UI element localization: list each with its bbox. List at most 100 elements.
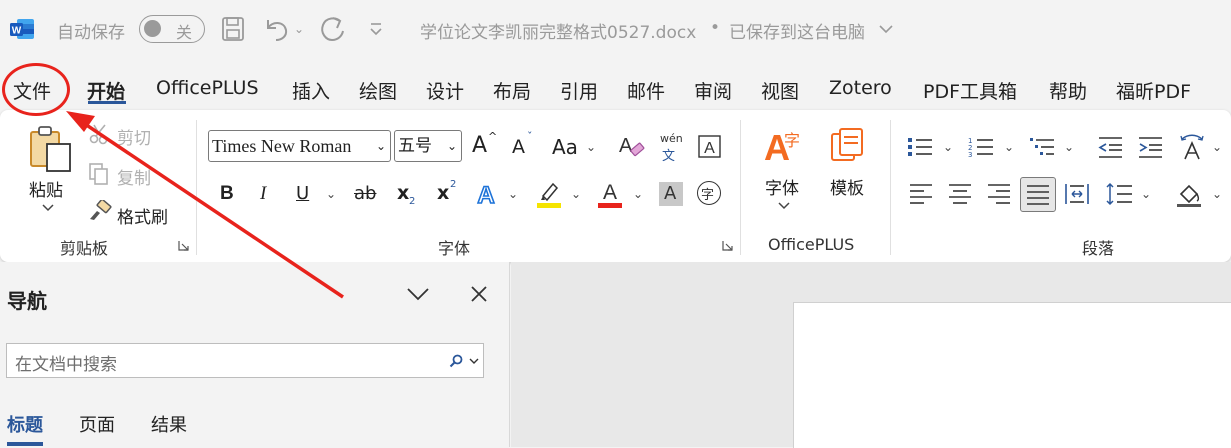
shrink-font-icon[interactable]: A xyxy=(512,136,525,158)
bullets-icon[interactable] xyxy=(907,135,933,159)
multilevel-list-icon[interactable] xyxy=(1029,135,1055,159)
save-icon[interactable] xyxy=(221,16,245,42)
officeplus-font-button[interactable]: 字体 xyxy=(765,174,799,199)
clipboard-group-label: 剪贴板 xyxy=(60,239,109,258)
nav-tab-pages[interactable]: 页面 xyxy=(79,411,115,437)
undo-icon[interactable] xyxy=(262,16,290,42)
increase-indent-icon[interactable] xyxy=(1137,135,1163,159)
autosave-toggle[interactable]: 关 xyxy=(139,15,205,43)
phonetic-guide-icon[interactable]: 文 xyxy=(662,145,675,164)
tab-design[interactable]: 设计 xyxy=(426,77,464,104)
change-case-chevron-icon[interactable]: ⌄ xyxy=(586,140,596,154)
officeplus-template-button[interactable]: 模板 xyxy=(830,174,864,199)
search-options-chevron-icon[interactable] xyxy=(469,358,479,365)
bold-button[interactable]: B xyxy=(220,183,234,205)
tab-home[interactable]: 开始 xyxy=(87,77,125,104)
font-color-chevron-icon[interactable]: ⌄ xyxy=(633,187,643,201)
highlight-icon[interactable] xyxy=(535,178,563,208)
copy-icon[interactable] xyxy=(88,162,110,186)
font-dialog-launcher-icon[interactable] xyxy=(722,240,733,251)
tab-foxit-pdf[interactable]: 福昕PDF xyxy=(1116,77,1191,104)
grow-font-icon[interactable]: A xyxy=(472,133,487,158)
line-spacing-icon[interactable] xyxy=(1105,182,1133,206)
subscript-button[interactable]: x xyxy=(397,182,409,204)
shrink-caret: ˇ xyxy=(527,130,533,143)
font-group-label: 字体 xyxy=(438,239,471,258)
officeplus-font-icon[interactable]: A 字 xyxy=(762,126,804,166)
distributed-align-icon[interactable] xyxy=(1064,182,1090,206)
strikethrough-button[interactable]: ab xyxy=(354,183,376,204)
close-pane-icon[interactable] xyxy=(470,285,488,303)
tab-officeplus[interactable]: OfficePLUS xyxy=(156,77,259,99)
customize-toolbar-icon[interactable] xyxy=(368,22,384,36)
font-size-dropdown[interactable]: 五号 ⌄ xyxy=(394,130,462,162)
character-border-icon[interactable]: A xyxy=(697,134,723,160)
text-direction-icon[interactable] xyxy=(1178,133,1206,161)
svg-text:A: A xyxy=(603,181,617,204)
numbering-chevron-icon[interactable]: ⌄ xyxy=(1004,140,1014,154)
tab-help[interactable]: 帮助 xyxy=(1049,77,1087,104)
officeplus-template-icon[interactable] xyxy=(828,126,868,166)
multilevel-list-chevron-icon[interactable]: ⌄ xyxy=(1064,140,1074,154)
nav-tab-results[interactable]: 结果 xyxy=(151,411,187,437)
superscript-button[interactable]: x xyxy=(437,182,449,204)
redo-icon[interactable] xyxy=(318,15,346,43)
clipboard-dialog-launcher-icon[interactable] xyxy=(178,240,189,251)
document-page[interactable] xyxy=(793,302,1231,448)
numbering-icon[interactable]: 123 xyxy=(968,135,994,159)
text-effects-chevron-icon[interactable]: ⌄ xyxy=(508,187,518,201)
nav-tab-active-indicator xyxy=(7,442,43,446)
tab-review[interactable]: 审阅 xyxy=(694,77,732,104)
autosave-label: 自动保存 xyxy=(57,23,125,43)
toggle-knob xyxy=(144,20,161,37)
change-case-icon[interactable]: Aa xyxy=(552,135,578,159)
undo-dropdown-chevron-icon[interactable]: ⌄ xyxy=(294,22,304,36)
decrease-indent-icon[interactable] xyxy=(1097,135,1123,159)
shading-chevron-icon[interactable]: ⌄ xyxy=(1212,187,1222,201)
paste-dropdown-chevron-icon[interactable] xyxy=(42,204,54,212)
clear-formatting-icon[interactable]: A xyxy=(617,132,645,160)
pane-options-chevron-icon[interactable] xyxy=(406,287,430,301)
tab-draw[interactable]: 绘图 xyxy=(359,77,397,104)
tab-pdf-toolbox[interactable]: PDF工具箱 xyxy=(923,77,1017,104)
tab-layout[interactable]: 布局 xyxy=(493,77,531,104)
font-name-dropdown[interactable]: Times New Roman ⌄ xyxy=(208,130,391,162)
highlight-chevron-icon[interactable]: ⌄ xyxy=(571,187,581,201)
search-icon[interactable] xyxy=(449,354,463,368)
shading-icon[interactable] xyxy=(1175,180,1203,208)
paste-clipboard-icon[interactable] xyxy=(28,124,74,172)
enclose-characters-button[interactable]: 字 xyxy=(697,181,721,205)
tab-view[interactable]: 视图 xyxy=(761,77,799,104)
underline-button[interactable]: U xyxy=(296,183,309,204)
italic-button[interactable]: I xyxy=(260,183,266,205)
cut-icon[interactable] xyxy=(88,123,110,145)
document-title[interactable]: 学位论文李凯丽完整格式0527.docx xyxy=(420,18,696,43)
format-painter-icon[interactable] xyxy=(88,200,112,222)
tab-mailings[interactable]: 邮件 xyxy=(627,77,665,104)
justify-button[interactable] xyxy=(1020,177,1056,212)
underline-chevron-icon[interactable]: ⌄ xyxy=(326,187,336,201)
navigation-search-box[interactable]: 在文档中搜索 xyxy=(6,343,484,378)
line-spacing-chevron-icon[interactable]: ⌄ xyxy=(1141,187,1151,201)
tab-zotero[interactable]: Zotero xyxy=(829,77,892,99)
save-status[interactable]: 已保存到这台电脑 xyxy=(729,18,865,43)
bullets-chevron-icon[interactable]: ⌄ xyxy=(943,140,953,154)
align-center-icon[interactable] xyxy=(947,183,973,205)
character-shading-button[interactable]: A xyxy=(659,182,683,206)
tab-references[interactable]: 引用 xyxy=(560,77,598,104)
format-painter-button[interactable]: 格式刷 xyxy=(117,203,168,228)
superscript-mark: 2 xyxy=(450,179,457,190)
tab-insert[interactable]: 插入 xyxy=(292,77,330,104)
align-left-icon[interactable] xyxy=(908,183,934,205)
paste-button[interactable]: 粘贴 xyxy=(29,176,63,201)
phonetic-guide-top[interactable]: wén xyxy=(660,132,683,145)
align-right-icon[interactable] xyxy=(986,183,1012,205)
copy-button[interactable]: 复制 xyxy=(117,164,151,189)
nav-tab-headings[interactable]: 标题 xyxy=(7,411,43,437)
text-direction-chevron-icon[interactable]: ⌄ xyxy=(1212,140,1222,154)
text-effects-icon[interactable]: A xyxy=(472,179,500,209)
cut-button[interactable]: 剪切 xyxy=(117,124,151,149)
officeplus-font-chevron-icon[interactable] xyxy=(778,202,790,210)
save-status-chevron-icon[interactable] xyxy=(878,24,894,34)
font-color-icon[interactable]: A xyxy=(597,178,625,208)
